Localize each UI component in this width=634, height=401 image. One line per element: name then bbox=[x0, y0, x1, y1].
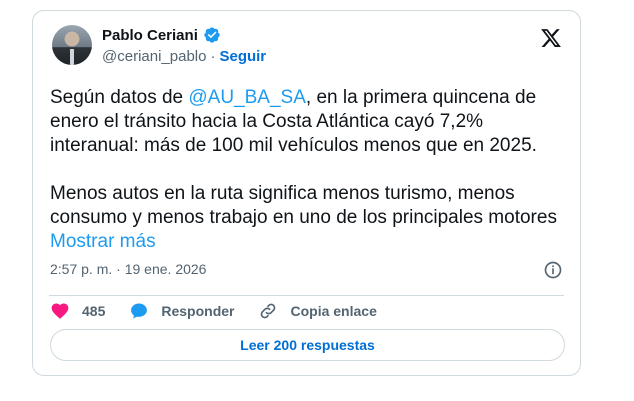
tweet-paragraph-2: Menos autos en la ruta significa menos t… bbox=[50, 182, 565, 254]
author-handle-row: @ceriani_pablo · Seguir bbox=[102, 48, 266, 65]
mention-link[interactable]: @AU_BA_SA bbox=[188, 87, 306, 108]
x-logo-icon[interactable] bbox=[540, 27, 562, 49]
meta-separator: · bbox=[116, 261, 121, 277]
paragraph1-prefix: Según datos de bbox=[50, 87, 189, 108]
separator-dot: · bbox=[210, 48, 216, 65]
reply-label: Responder bbox=[161, 303, 235, 319]
tweet-date: 19 ene. 2026 bbox=[124, 261, 207, 277]
link-icon bbox=[261, 303, 276, 319]
info-icon[interactable] bbox=[543, 260, 563, 280]
reply-bubble-icon bbox=[131, 303, 148, 319]
like-button[interactable]: 485 bbox=[50, 301, 105, 321]
tweet-actions: 485 Responder Copia enlace bbox=[50, 300, 401, 322]
tweet-text: Según datos de @AU_BA_SA, en la primera … bbox=[50, 86, 565, 254]
divider bbox=[49, 295, 564, 296]
author-name[interactable]: Pablo Ceriani bbox=[102, 27, 198, 44]
show-more-link[interactable]: Mostrar más bbox=[50, 231, 156, 252]
tweet-timestamp[interactable]: 2:57 p. m. · 19 ene. 2026 bbox=[50, 261, 206, 277]
like-count: 485 bbox=[82, 303, 106, 319]
tweet-time: 2:57 p. m. bbox=[50, 261, 113, 277]
avatar[interactable] bbox=[52, 25, 92, 65]
author-handle[interactable]: @ceriani_pablo bbox=[102, 48, 206, 65]
tweet-paragraph-1: Según datos de @AU_BA_SA, en la primera … bbox=[50, 86, 565, 158]
heart-icon bbox=[51, 303, 69, 319]
reply-button[interactable]: Responder bbox=[129, 301, 234, 321]
read-replies-button[interactable]: Leer 200 respuestas bbox=[50, 329, 565, 361]
copy-link-label: Copia enlace bbox=[290, 303, 377, 319]
tweet-card: Pablo Ceriani @ceriani_pablo · Seguir Se… bbox=[32, 10, 581, 376]
copy-link-button[interactable]: Copia enlace bbox=[258, 301, 377, 321]
follow-button[interactable]: Seguir bbox=[219, 48, 266, 65]
tweet-header: Pablo Ceriani @ceriani_pablo · Seguir bbox=[50, 23, 564, 75]
paragraph2-text: Menos autos en la ruta significa menos t… bbox=[50, 183, 557, 228]
author-name-row: Pablo Ceriani bbox=[102, 26, 221, 44]
verified-badge-icon bbox=[204, 27, 220, 43]
